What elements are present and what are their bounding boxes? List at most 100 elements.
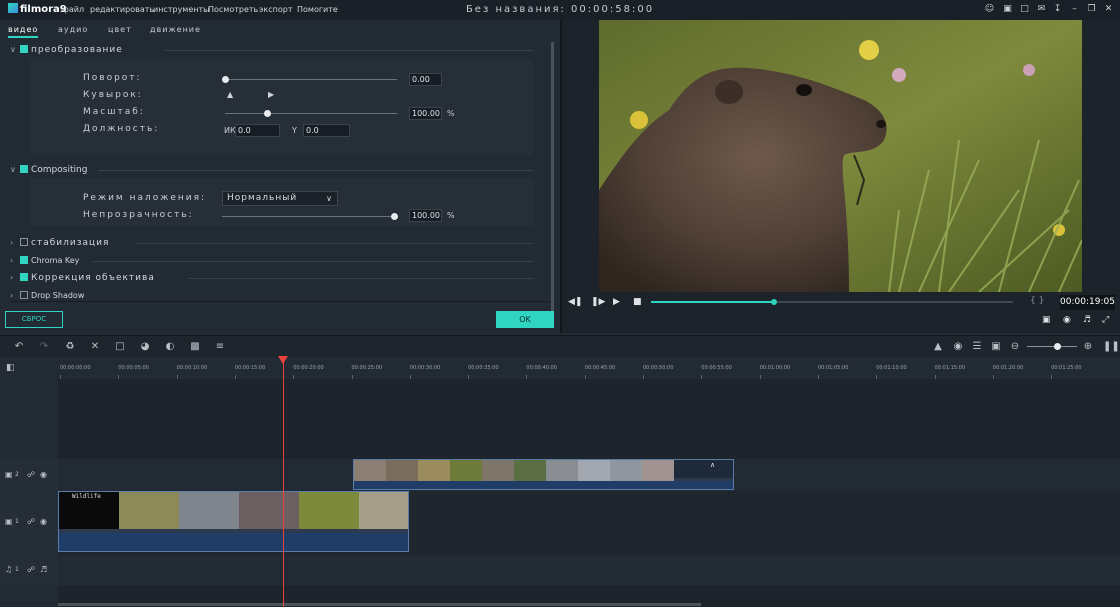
- lens-correction-checkbox[interactable]: [20, 273, 28, 281]
- account-icon[interactable]: ☺: [984, 4, 995, 15]
- pos-x-input[interactable]: 0.0: [235, 124, 280, 137]
- zoom-in-icon[interactable]: ⊕: [1081, 340, 1095, 354]
- ruler-tick-label: 00:00:25:00: [351, 365, 383, 371]
- audio-adjust-icon[interactable]: ≡: [213, 340, 227, 354]
- chroma-key-section-header[interactable]: › Chroma Key: [10, 256, 79, 265]
- stabilization-section-header[interactable]: › стабилизация: [10, 238, 109, 248]
- lens-correction-section-header[interactable]: › Коррекция объектива: [10, 273, 155, 283]
- timeline-ruler[interactable]: 00:00:00:00 00:00:05:00 00:00:10:00 00:00:1…: [58, 357, 1120, 379]
- play-from-start-icon[interactable]: ❚▶: [591, 297, 605, 307]
- speaker-icon[interactable]: ♬: [40, 565, 47, 574]
- zoom-slider[interactable]: [1027, 346, 1077, 347]
- zoom-slider-knob[interactable]: [1054, 343, 1061, 350]
- eye-icon[interactable]: ◉: [40, 517, 47, 526]
- stabilization-checkbox[interactable]: [20, 238, 28, 246]
- filmora-window: filmora9 файл редактировать инструменты …: [0, 0, 1120, 607]
- tab-video[interactable]: видео: [8, 25, 39, 38]
- drop-shadow-checkbox[interactable]: [20, 291, 28, 299]
- play-icon[interactable]: ▶: [613, 297, 620, 307]
- flip-vertical-icon[interactable]: ▶: [268, 90, 274, 99]
- clip-thumbnail: [119, 492, 179, 529]
- tab-color[interactable]: цвет: [108, 25, 132, 34]
- ruler-tick-label: 00:01:00:00: [759, 365, 791, 371]
- playback-progress-fill: [651, 301, 775, 303]
- video-clip-track2[interactable]: ∧: [353, 459, 734, 490]
- pos-y-input[interactable]: 0.0: [303, 124, 350, 137]
- lock-icon[interactable]: ☍: [27, 565, 35, 574]
- opacity-slider[interactable]: [222, 216, 395, 217]
- reset-button[interactable]: СБРОС: [5, 311, 63, 328]
- opacity-slider-knob[interactable]: [391, 213, 398, 220]
- blend-mode-value: Нормальный: [227, 193, 298, 203]
- redo-icon[interactable]: ↷: [37, 340, 51, 354]
- mail-icon[interactable]: ✉: [1036, 4, 1047, 15]
- microphone-icon[interactable]: ◉: [951, 340, 965, 354]
- download-icon[interactable]: ↧: [1052, 4, 1063, 15]
- speed-icon[interactable]: ◕: [138, 340, 152, 354]
- ruler-tick-label: 00:00:50:00: [643, 365, 674, 371]
- playback-progress-knob[interactable]: [771, 299, 778, 305]
- chevron-right-icon: ›: [10, 256, 14, 265]
- add-track-icon[interactable]: ◧: [6, 363, 15, 373]
- audio-track-1-row: [0, 555, 1120, 585]
- crop-icon[interactable]: □: [113, 340, 127, 354]
- mark-braces[interactable]: { }: [1030, 296, 1044, 306]
- opacity-input[interactable]: 100.00: [409, 209, 442, 222]
- maximize-icon[interactable]: ❐: [1086, 4, 1097, 15]
- scale-unit: %: [447, 109, 455, 118]
- compositing-checkbox[interactable]: [20, 165, 28, 173]
- eye-icon[interactable]: ◉: [40, 470, 47, 479]
- playhead-handle[interactable]: [278, 356, 288, 364]
- drop-shadow-title: Drop Shadow: [31, 291, 85, 300]
- timeline-scrollbar[interactable]: [58, 603, 701, 606]
- drop-shadow-section-header[interactable]: › Drop Shadow: [10, 291, 84, 300]
- ruler-tick-label: 00:01:25:00: [1051, 365, 1082, 371]
- scale-input[interactable]: 100.00: [409, 107, 442, 120]
- video-clip-track1[interactable]: Wildlife: [58, 491, 409, 552]
- cut-icon[interactable]: ✕: [88, 340, 102, 354]
- playback-progress[interactable]: [651, 299, 1013, 305]
- chroma-key-checkbox[interactable]: [20, 256, 28, 264]
- delete-icon[interactable]: ♻: [63, 340, 77, 354]
- audio-mixer-icon[interactable]: ☰: [970, 340, 984, 354]
- chevron-up-icon[interactable]: ∧: [710, 461, 715, 469]
- playhead-line[interactable]: [283, 357, 284, 607]
- snapshot-icon[interactable]: ◉: [1063, 315, 1071, 325]
- close-icon[interactable]: ✕: [1103, 4, 1114, 15]
- stop-icon[interactable]: ■: [633, 297, 642, 307]
- divider: [98, 170, 533, 171]
- zoom-out-icon[interactable]: ⊖: [1008, 340, 1022, 354]
- ok-button[interactable]: OK: [496, 311, 554, 328]
- gift-icon[interactable]: □: [1019, 4, 1030, 15]
- green-screen-icon[interactable]: ▩: [188, 340, 202, 354]
- transform-section-header[interactable]: ∨ преобразование: [10, 45, 123, 55]
- panel-scrollbar[interactable]: [551, 42, 554, 312]
- timeline-layout-icon[interactable]: ❚❚: [1103, 340, 1120, 354]
- color-icon[interactable]: ◐: [163, 340, 177, 354]
- audio-waveform: [59, 533, 408, 551]
- undo-icon[interactable]: ↶: [12, 340, 26, 354]
- flip-horizontal-icon[interactable]: ▲: [227, 90, 233, 99]
- rotate-input[interactable]: 0.00: [409, 73, 442, 86]
- compositing-section-header[interactable]: ∨ Compositing: [10, 165, 87, 175]
- fullscreen-icon[interactable]: ⤢: [1102, 315, 1109, 325]
- cart-icon[interactable]: ▣: [1002, 4, 1013, 15]
- lock-icon[interactable]: ☍: [27, 517, 35, 526]
- scale-slider[interactable]: [225, 113, 397, 114]
- scale-slider-knob[interactable]: [264, 110, 271, 117]
- divider: [137, 243, 533, 244]
- tab-audio[interactable]: аудио: [58, 25, 88, 34]
- volume-icon[interactable]: ♬: [1083, 315, 1091, 325]
- previous-frame-icon[interactable]: ◀❚: [568, 297, 582, 307]
- video-track-icon: ▣: [5, 517, 13, 526]
- blend-mode-select[interactable]: Нормальный ∨: [222, 191, 338, 206]
- lock-icon[interactable]: ☍: [27, 470, 35, 479]
- tab-motion[interactable]: движение: [150, 25, 201, 34]
- transform-checkbox[interactable]: [20, 45, 28, 53]
- render-preview-icon[interactable]: ▣: [1042, 315, 1051, 325]
- voiceover-icon[interactable]: ▣: [989, 340, 1003, 354]
- minimize-icon[interactable]: –: [1069, 4, 1080, 15]
- marker-icon[interactable]: ▲: [931, 340, 945, 354]
- rotate-slider[interactable]: [225, 79, 397, 80]
- rotate-slider-knob[interactable]: [222, 76, 229, 83]
